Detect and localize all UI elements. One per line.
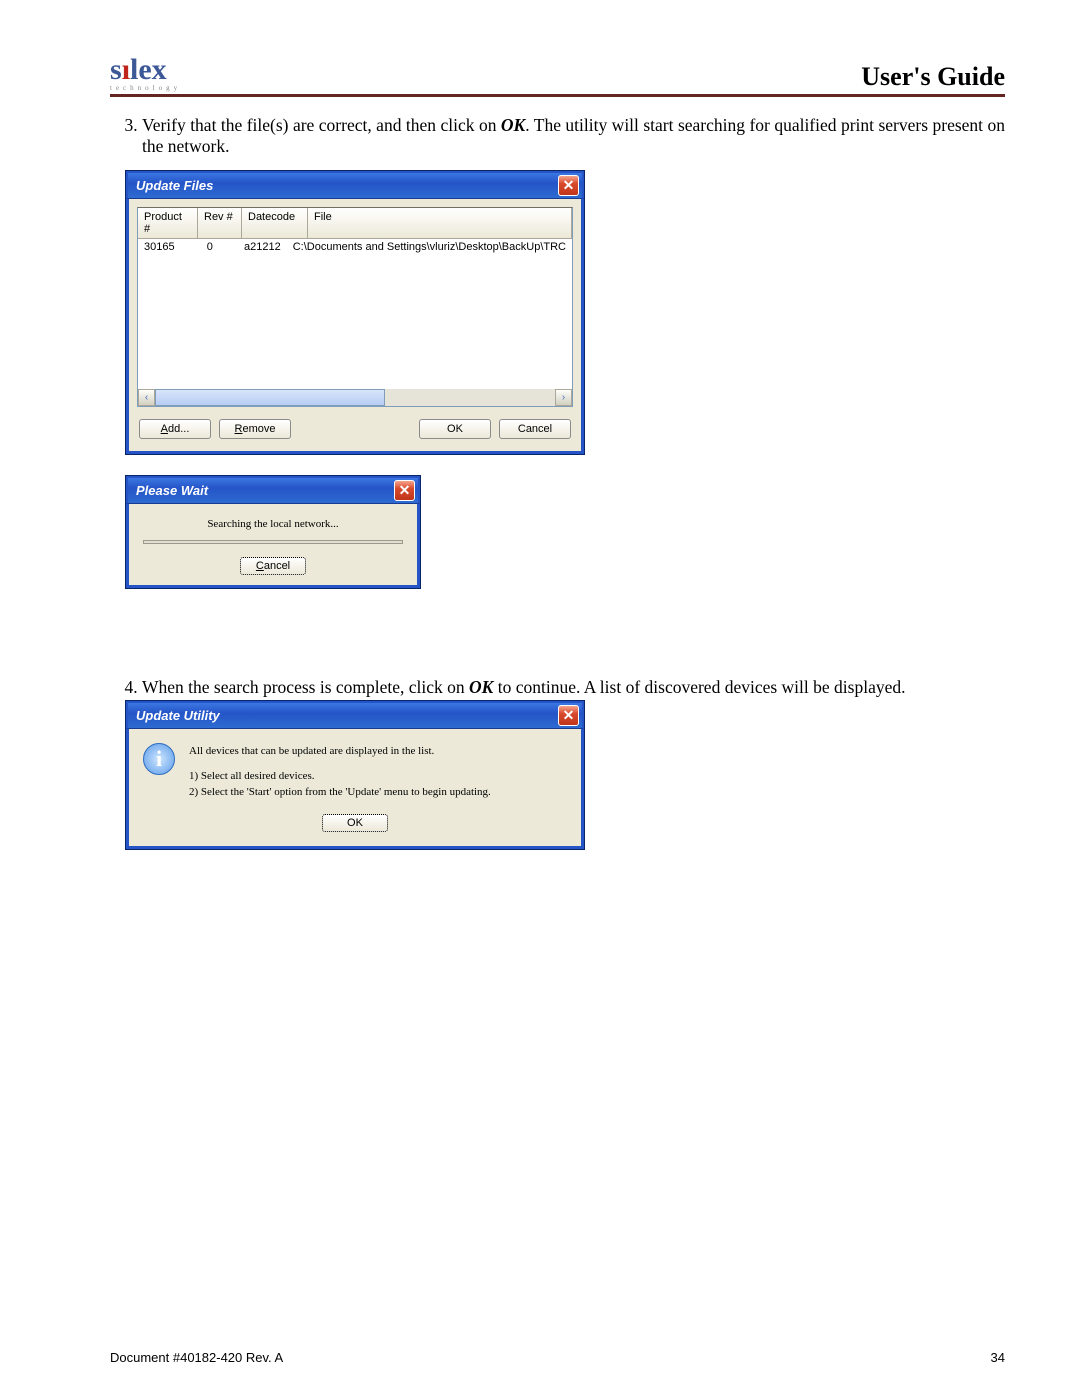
progress-bar <box>143 540 403 544</box>
step-3: Verify that the file(s) are correct, and… <box>142 115 1005 157</box>
update-files-dialog: Update Files ✕ Product # Rev # Datecode … <box>125 170 585 455</box>
remove-button[interactable]: Remove <box>219 419 291 439</box>
col-file[interactable]: File <box>308 208 572 238</box>
list-row[interactable]: 30165 0 a21212 C:\Documents and Settings… <box>138 239 572 253</box>
logo-subtext: technology <box>110 85 181 92</box>
list-header: Product # Rev # Datecode File <box>138 208 572 239</box>
close-icon[interactable]: ✕ <box>558 705 579 726</box>
add-button[interactable]: Add... <box>139 419 211 439</box>
info-text: All devices that can be updated are disp… <box>189 743 491 801</box>
page-number: 34 <box>991 1350 1005 1365</box>
ok-button[interactable]: OK <box>419 419 491 439</box>
col-product[interactable]: Product # <box>138 208 198 238</box>
step-4: When the search process is complete, cli… <box>142 677 1005 698</box>
col-datecode[interactable]: Datecode <box>242 208 308 238</box>
update-utility-dialog: Update Utility ✕ i All devices that can … <box>125 700 585 850</box>
cancel-button[interactable]: Cancel <box>240 557 306 575</box>
close-icon[interactable]: ✕ <box>558 175 579 196</box>
file-list[interactable]: Product # Rev # Datecode File 30165 0 a2… <box>137 207 573 407</box>
ok-button[interactable]: OK <box>322 814 388 832</box>
close-icon[interactable]: ✕ <box>394 480 415 501</box>
page-header: sılex technology User's Guide <box>110 55 1005 97</box>
doc-number: Document #40182-420 Rev. A <box>110 1350 283 1365</box>
scroll-thumb[interactable] <box>155 389 385 406</box>
dialog-title: Update Files <box>136 178 213 193</box>
scroll-right-icon[interactable]: › <box>555 389 572 406</box>
scroll-left-icon[interactable]: ‹ <box>138 389 155 406</box>
logo: sılex technology <box>110 55 181 92</box>
page-title: User's Guide <box>861 62 1005 92</box>
please-wait-dialog: Please Wait ✕ Searching the local networ… <box>125 475 421 589</box>
logo-text: sılex <box>110 53 167 86</box>
titlebar[interactable]: Update Files ✕ <box>126 171 584 199</box>
status-text: Searching the local network... <box>143 518 403 530</box>
horizontal-scrollbar[interactable]: ‹ › <box>138 389 572 406</box>
col-rev[interactable]: Rev # <box>198 208 242 238</box>
titlebar[interactable]: Update Utility ✕ <box>126 701 584 729</box>
cancel-button[interactable]: Cancel <box>499 419 571 439</box>
info-icon: i <box>143 743 175 775</box>
dialog-title: Please Wait <box>136 483 208 498</box>
titlebar[interactable]: Please Wait ✕ <box>126 476 420 504</box>
page-footer: Document #40182-420 Rev. A 34 <box>110 1350 1005 1365</box>
dialog-title: Update Utility <box>136 708 220 723</box>
